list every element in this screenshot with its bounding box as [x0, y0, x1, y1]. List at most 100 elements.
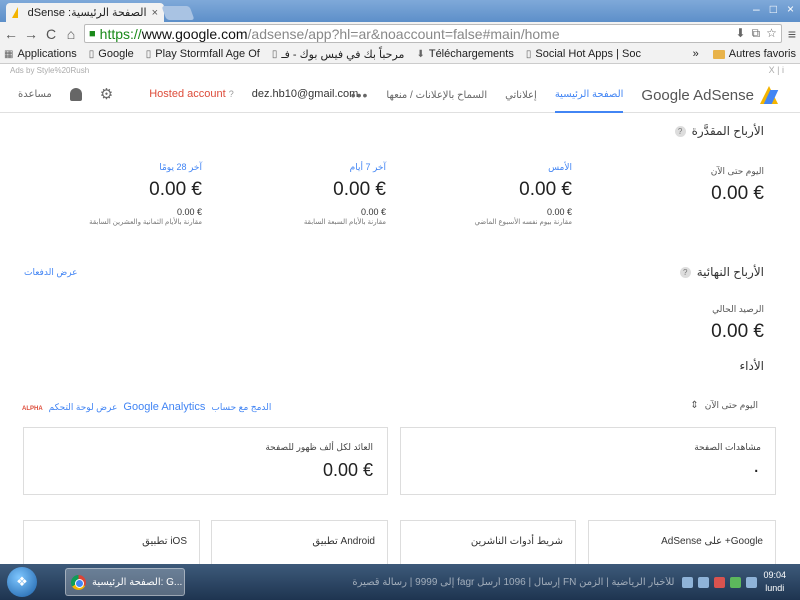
bookmark-downloads[interactable]: ⬇ Téléchargements	[416, 48, 513, 60]
app-card-adsense-google-plus[interactable]: AdSense على +Google	[588, 520, 776, 564]
ads-by-banner: Ads by Style%20Rush X | i	[0, 64, 800, 77]
system-tray	[682, 576, 758, 588]
metric-label[interactable]: آخر 28 يومًا	[89, 162, 202, 173]
skype-tray-icon[interactable]	[698, 576, 710, 588]
taskbar-item-label: الصفحة الرئيسية: G...	[92, 576, 183, 588]
network-tray-icon[interactable]	[730, 576, 742, 588]
more-tabs-button[interactable]: •••	[351, 87, 369, 103]
page-views-card[interactable]: مشاهدات الصفحة ٠	[400, 427, 776, 495]
adsense-logo-icon	[758, 86, 778, 104]
other-bookmarks-folder[interactable]: Autres favoris	[712, 48, 796, 60]
metric-today: اليوم حتى الآن 0.00 €	[711, 166, 764, 205]
card-value: ٠	[751, 460, 761, 480]
tab-my-ads[interactable]: إعلاناتي	[505, 77, 537, 113]
estimated-earnings-title: الأرباح المقدَّرة ?	[674, 124, 764, 138]
back-arrow-icon[interactable]: ←	[4, 26, 18, 42]
account-email[interactable]: dez.hb10@gmail.com	[252, 88, 359, 100]
tab-close-icon[interactable]: ×	[152, 7, 158, 19]
bookmarks-overflow-button[interactable]: »	[693, 48, 699, 60]
translate-icon[interactable]: ⧉	[751, 26, 760, 41]
minimize-button[interactable]: –	[753, 2, 760, 16]
help-link[interactable]: مساعدة	[18, 89, 52, 100]
settings-gear-icon[interactable]: ⚙	[100, 85, 113, 103]
url-text: https://www.google.com/adsense/app?hl=ar…	[99, 25, 560, 42]
chrome-menu-icon[interactable]: ≡	[788, 26, 796, 42]
metric-comparison-note: مقارنة بالأيام السبعة السابقة	[303, 219, 386, 226]
app-label: تطبيق Android	[312, 536, 375, 547]
view-payments-link[interactable]: عرض الدفعات	[24, 267, 78, 278]
google-analytics-link[interactable]: Google Analytics	[123, 401, 205, 413]
metric-label[interactable]: الأمس	[474, 162, 572, 173]
maximize-button[interactable]: □	[770, 2, 777, 16]
finalized-help-icon[interactable]: ?	[679, 266, 691, 278]
metric-yesterday: الأمس 0.00 € 0.00 € مقارنة بيوم نفسه الأ…	[474, 162, 572, 226]
page-icon: ▯	[525, 48, 532, 60]
integrate-account-link[interactable]: الدمج مع حساب	[211, 402, 271, 413]
volume-tray-icon[interactable]	[746, 576, 758, 588]
close-window-button[interactable]: ×	[787, 2, 794, 16]
bookmark-social-hot-apps[interactable]: ▯ Social Hot Apps | Soc	[526, 48, 641, 60]
tab-home[interactable]: الصفحة الرئيسية	[554, 77, 624, 113]
app-card-ios[interactable]: تطبيق iOS	[23, 520, 200, 564]
bookmark-applications[interactable]: ▦ Applications	[4, 48, 77, 60]
metric-last-7-days: آخر 7 أيام 0.00 € 0.00 € مقارنة بالأيام …	[304, 162, 386, 226]
metric-comparison-value: 0.00 €	[546, 207, 572, 217]
metric-label[interactable]: آخر 7 أيام	[304, 162, 386, 173]
new-tab-button[interactable]	[161, 6, 195, 20]
lock-icon: ■	[89, 27, 96, 40]
start-button[interactable]: ❖	[7, 567, 37, 597]
ads-banner-controls[interactable]: X | i	[769, 65, 784, 75]
ads-by-text: Ads by Style%20Rush	[10, 66, 90, 75]
system-clock[interactable]: 09:04 lundi	[763, 569, 786, 595]
app-label: AdSense على +Google	[661, 536, 763, 547]
taskbar-chrome-item[interactable]: الصفحة الرئيسية: G...	[65, 568, 185, 596]
notifications-bell-icon[interactable]	[69, 87, 82, 101]
brand-name: Google AdSense	[641, 86, 754, 104]
view-dashboard-link[interactable]: عرض لوحة التحكم	[49, 402, 118, 413]
card-label: العائد لكل ألف ظهور للصفحة	[265, 442, 373, 452]
download-icon: ⬇	[416, 48, 425, 60]
bookmark-facebook[interactable]: ▯ مرحباً بك في فيس بوك - فـ	[272, 48, 405, 61]
app-label: تطبيق iOS	[142, 536, 187, 547]
chrome-icon	[71, 574, 86, 590]
tab-title: الصفحة الرئيسية: AdSense	[28, 7, 147, 19]
reload-icon[interactable]: C	[44, 26, 58, 42]
download-icon[interactable]: ⬇	[735, 26, 745, 41]
address-bar[interactable]: ■ https://www.google.com/adsense/app?hl=…	[84, 24, 782, 43]
metric-label: اليوم حتى الآن	[710, 166, 764, 176]
performance-title: الأداء	[739, 359, 765, 373]
app-card-publisher-toolbar[interactable]: شريط أدوات الناشرين	[400, 520, 576, 564]
app-card-android[interactable]: تطبيق Android	[211, 520, 388, 564]
star-icon[interactable]: ☆	[766, 26, 777, 41]
metric-value: 0.00 €	[149, 179, 202, 200]
metric-comparison-value: 0.00 €	[360, 207, 386, 217]
metric-comparison-value: 0.00 €	[176, 207, 202, 217]
chrome-tray-icon[interactable]	[682, 576, 694, 588]
hosted-help-icon[interactable]: ?	[229, 89, 234, 99]
sort-arrows-icon: ⇕	[690, 400, 699, 411]
home-icon[interactable]: ⌂	[64, 26, 78, 42]
adsense-favicon-icon	[12, 7, 23, 18]
card-label: مشاهدات الصفحة	[694, 442, 761, 452]
clock-day: lundi	[765, 583, 785, 593]
page-icon: ▯	[271, 48, 278, 60]
card-value: 0.00 €	[322, 460, 373, 480]
alpha-badge: ALPHA	[22, 406, 43, 412]
antivirus-tray-icon[interactable]	[714, 576, 726, 588]
metric-value: 0.00 €	[519, 179, 572, 200]
adsense-logo[interactable]: Google AdSense	[641, 86, 778, 104]
tab-allow-block-ads[interactable]: السماح بالإعلانات / منعها	[386, 77, 487, 113]
estimated-help-icon[interactable]: ?	[674, 125, 686, 137]
analytics-integration: ALPHA عرض لوحة التحكم Google Analytics ا…	[22, 401, 271, 413]
browser-tab[interactable]: الصفحة الرئيسية: AdSense ×	[6, 3, 164, 22]
period-selector[interactable]: اليوم حتى الآن ⇕	[690, 400, 758, 411]
metric-value: 0.00 €	[333, 179, 386, 200]
browser-navbar: ← → C ⌂ ■ https://www.google.com/adsense…	[0, 22, 800, 45]
metric-comparison-note: مقارنة بيوم نفسه الأسبوع الماضي	[474, 219, 572, 226]
page-rpm-card[interactable]: العائد لكل ألف ظهور للصفحة 0.00 €	[23, 427, 388, 495]
clock-time: 09:04	[763, 570, 786, 580]
folder-icon	[712, 49, 725, 59]
bookmark-stormfall[interactable]: ▯ Play Stormfall Age Of	[146, 48, 260, 60]
forward-arrow-icon[interactable]: →	[24, 26, 38, 42]
bookmark-google[interactable]: ▯ Google	[89, 48, 134, 60]
